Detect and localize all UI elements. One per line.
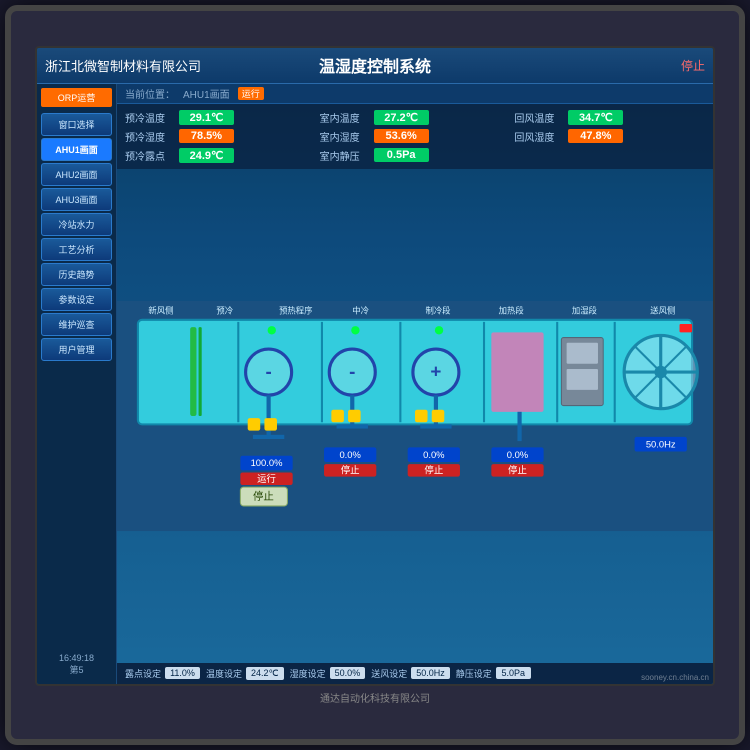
metric-precool-hum: 预冷湿度 78.5% xyxy=(125,129,316,144)
metric-label-7: 预冷露点 xyxy=(125,148,175,163)
ctrl-label-temp: 温度设定 xyxy=(206,667,242,680)
metric-label-8: 室内静压 xyxy=(320,148,370,163)
sidebar-btn-users[interactable]: 用户管理 xyxy=(41,338,112,361)
ctrl-label-fan: 送风设定 xyxy=(371,667,407,680)
metric-value-2: 27.2℃ xyxy=(374,110,429,125)
svg-text:加湿段: 加湿段 xyxy=(572,305,598,315)
metrics-area: 预冷温度 29.1℃ 室内温度 27.2℃ 回风温度 34.7℃ 预冷湿度 7 xyxy=(117,104,713,169)
sidebar-btn-params[interactable]: 参数设定 xyxy=(41,288,112,311)
metric-label-6: 回风湿度 xyxy=(514,129,564,144)
metric-room-press: 室内静压 0.5Pa xyxy=(320,148,511,163)
company-name: 浙江北微智制材料有限公司 xyxy=(45,56,265,75)
system-status: 停止 xyxy=(485,57,705,74)
svg-text:0.0%: 0.0% xyxy=(339,448,361,459)
status-bar: 当前位置： AHU1画面 运行 xyxy=(117,84,713,104)
sidebar-btn-history[interactable]: 历史趋势 xyxy=(41,263,112,286)
status-prefix: 当前位置： xyxy=(125,86,175,101)
ctrl-item-dew: 露点设定 11.0% xyxy=(125,667,200,680)
sidebar-logo: ORP运营 xyxy=(41,88,112,107)
right-panel: 当前位置： AHU1画面 运行 预冷温度 29.1℃ 室内温度 27.2℃ xyxy=(117,84,713,684)
metric-precool-dew: 预冷露点 24.9℃ xyxy=(125,148,316,163)
ctrl-item-press: 静压设定 5.0Pa xyxy=(456,667,531,680)
ahu-diagram: 新风侧 预冷 预热程序 中冷 制冷段 加热段 加湿段 送风侧 xyxy=(117,169,713,663)
svg-text:0.0%: 0.0% xyxy=(423,448,445,459)
svg-text:停止: 停止 xyxy=(341,464,360,475)
ctrl-value-temp[interactable]: 24.2℃ xyxy=(246,667,284,680)
monitor-bottom: 通达自动化科技有限公司 xyxy=(320,690,430,705)
svg-text:-: - xyxy=(265,360,271,381)
sidebar-btn-cold[interactable]: 冷站水力 xyxy=(41,213,112,236)
metric-value-7: 24.9℃ xyxy=(179,148,234,163)
main-content: ORP运营 窗口选择 AHU1画面 AHU2画面 AHU3画面 冷站水力 工艺分… xyxy=(37,84,713,684)
svg-text:预冷: 预冷 xyxy=(216,305,233,315)
metric-label-1: 预冷温度 xyxy=(125,110,175,125)
metric-value-5: 53.6% xyxy=(374,129,429,143)
metric-room-temp: 室内温度 27.2℃ xyxy=(320,110,511,125)
svg-text:运行: 运行 xyxy=(257,472,276,483)
system-title: 温湿度控制系统 xyxy=(265,53,485,77)
metric-label-4: 预冷湿度 xyxy=(125,129,175,144)
svg-text:预热程序: 预热程序 xyxy=(279,305,312,315)
metric-value-1: 29.1℃ xyxy=(179,110,234,125)
svg-text:+: + xyxy=(430,360,441,381)
metric-value-4: 78.5% xyxy=(179,129,234,143)
svg-text:停止: 停止 xyxy=(253,489,274,502)
ctrl-value-hum[interactable]: 50.0% xyxy=(330,667,366,679)
clock-user: 第5 xyxy=(43,663,110,676)
svg-text:停止: 停止 xyxy=(424,464,443,475)
status-tag: 运行 xyxy=(238,87,264,100)
sidebar-btn-maintenance[interactable]: 维护巡查 xyxy=(41,313,112,336)
sidebar: ORP运营 窗口选择 AHU1画面 AHU2画面 AHU3画面 冷站水力 工艺分… xyxy=(37,84,117,684)
ctrl-value-dew[interactable]: 11.0% xyxy=(165,667,200,679)
ctrl-value-fan[interactable]: 50.0Hz xyxy=(411,667,450,679)
sidebar-btn-ahu3[interactable]: AHU3画面 xyxy=(41,188,112,211)
screen: 浙江北微智制材料有限公司 温湿度控制系统 停止 ORP运营 窗口选择 AHU1画… xyxy=(35,46,715,686)
ctrl-item-fan: 送风设定 50.0Hz xyxy=(371,667,450,680)
metric-empty xyxy=(514,148,705,163)
metric-value-3: 34.7℃ xyxy=(568,110,623,125)
sidebar-clock: 16:49:18 第5 xyxy=(41,649,112,680)
metric-return-temp: 回风温度 34.7℃ xyxy=(514,110,705,125)
svg-text:中冷: 中冷 xyxy=(352,305,369,315)
header: 浙江北微智制材料有限公司 温湿度控制系统 停止 xyxy=(37,48,713,84)
ctrl-value-press[interactable]: 5.0Pa xyxy=(496,667,531,679)
svg-text:0.0%: 0.0% xyxy=(507,448,529,459)
svg-text:停止: 停止 xyxy=(508,464,527,475)
monitor-frame: 浙江北微智制材料有限公司 温湿度控制系统 停止 ORP运营 窗口选择 AHU1画… xyxy=(5,5,745,745)
ctrl-label-dew: 露点设定 xyxy=(125,667,161,680)
svg-text:制冷段: 制冷段 xyxy=(425,305,451,315)
metric-label-3: 回风温度 xyxy=(514,110,564,125)
svg-text:加热段: 加热段 xyxy=(499,305,525,315)
metric-value-8: 0.5Pa xyxy=(374,148,429,162)
status-location: AHU1画面 xyxy=(183,86,230,101)
svg-text:新风侧: 新风侧 xyxy=(148,305,173,315)
sidebar-btn-window[interactable]: 窗口选择 xyxy=(41,113,112,136)
svg-text:送风侧: 送风侧 xyxy=(650,305,675,315)
control-bar: 露点设定 11.0% 温度设定 24.2℃ 湿度设定 50.0% 送风设定 50… xyxy=(117,663,713,684)
ctrl-item-hum: 湿度设定 50.0% xyxy=(290,667,366,680)
ctrl-item-temp: 温度设定 24.2℃ xyxy=(206,667,284,680)
watermark: sooney.cn.china.cn xyxy=(641,673,709,682)
metric-precool-temp: 预冷温度 29.1℃ xyxy=(125,110,316,125)
ctrl-label-hum: 湿度设定 xyxy=(290,667,326,680)
metric-label-2: 室内温度 xyxy=(320,110,370,125)
metric-label-5: 室内湿度 xyxy=(320,129,370,144)
metric-room-hum: 室内湿度 53.6% xyxy=(320,129,511,144)
metric-return-hum: 回风湿度 47.8% xyxy=(514,129,705,144)
sidebar-btn-process[interactable]: 工艺分析 xyxy=(41,238,112,261)
svg-text:100.0%: 100.0% xyxy=(251,457,284,468)
sidebar-btn-ahu1[interactable]: AHU1画面 xyxy=(41,138,112,161)
svg-text:50.0Hz: 50.0Hz xyxy=(646,438,676,449)
ctrl-label-press: 静压设定 xyxy=(456,667,492,680)
svg-text:-: - xyxy=(349,360,355,381)
sidebar-btn-ahu2[interactable]: AHU2画面 xyxy=(41,163,112,186)
clock-time: 16:49:18 xyxy=(43,653,110,663)
metric-value-6: 47.8% xyxy=(568,129,623,143)
diagram-wrapper: 新风侧 预冷 预热程序 中冷 制冷段 加热段 加湿段 送风侧 xyxy=(117,169,713,663)
